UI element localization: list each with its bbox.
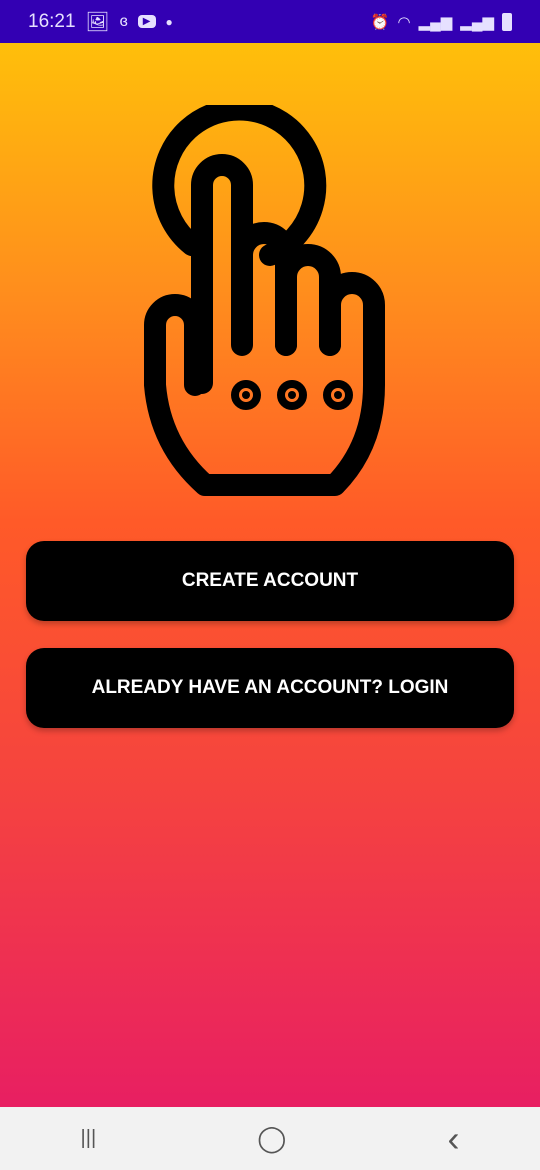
signal-icon: ▂▄▆ [460,13,494,31]
alarm-icon: ⏰ [370,13,390,31]
youtube-icon: ▶ [137,15,156,28]
wifi-icon: ◠ [397,13,411,31]
battery-icon [502,12,512,31]
create-account-button[interactable]: CREATE ACCOUNT [26,541,514,621]
recents-button[interactable]: ||| [81,1127,97,1150]
main-screen: CREATE ACCOUNT ALREADY HAVE AN ACCOUNT? … [0,43,540,1107]
gallery-icon: 🖼 [85,11,110,33]
login-button[interactable]: ALREADY HAVE AN ACCOUNT? LOGIN [26,648,514,728]
back-button[interactable]: ‹ [447,1118,459,1160]
tap-hand-icon [144,105,385,496]
status-bar: 16:21 🖼 ɞ ▶ ● ⏰ ◠ ▂▄▆ ▂▄▆ [0,0,540,43]
home-button[interactable]: ◯ [257,1123,286,1154]
signal-icon: ▂▄▆ [418,13,453,31]
navigation-bar: ||| ◯ ‹ [0,1107,540,1170]
dot-icon: ● [165,14,173,29]
link-icon: ɞ [119,12,128,30]
clock: 16:21 [28,10,76,32]
